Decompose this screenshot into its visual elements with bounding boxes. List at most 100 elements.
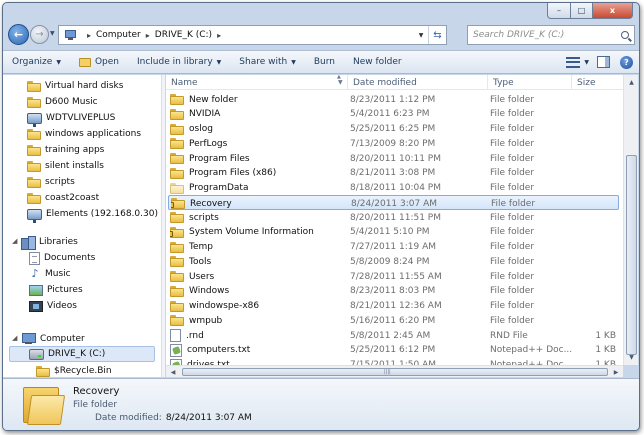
nav-item-libraries[interactable]: Libraries <box>21 234 78 250</box>
help-icon[interactable]: ? <box>620 55 633 69</box>
new-folder-button[interactable]: New folder <box>344 51 411 73</box>
file-date-cell: 7/13/2009 8:20 PM <box>350 138 436 149</box>
hard-drive-icon <box>29 348 44 360</box>
horizontal-scroll-thumb[interactable] <box>182 368 608 376</box>
share-with-button[interactable]: Share with ▼ <box>230 51 305 73</box>
nav-item-documents[interactable]: Documents <box>29 250 95 266</box>
file-size-cell <box>572 225 616 240</box>
table-row[interactable]: oslog 5/25/2011 6:25 PM File folder <box>168 122 619 137</box>
breadcrumb-separator[interactable]: ▸ <box>217 31 221 40</box>
open-button[interactable]: Open <box>70 51 128 73</box>
table-row[interactable]: .rnd 5/8/2011 2:45 AM RND File 1 KB <box>168 328 619 343</box>
search-icon[interactable] <box>616 31 634 39</box>
collapse-libraries-icon[interactable]: ◢ <box>12 237 17 245</box>
organize-button[interactable]: Organize ▼ <box>3 51 70 73</box>
nav-item-folder[interactable]: silent installs <box>27 158 104 174</box>
pane-splitter[interactable] <box>161 75 165 377</box>
breadcrumb-separator[interactable]: ▸ <box>146 31 150 40</box>
scroll-right-icon[interactable]: ▶ <box>609 366 623 378</box>
column-header-date[interactable]: Date modified <box>348 75 488 90</box>
minimize-button[interactable]: – <box>547 3 571 19</box>
nav-item-network-drive[interactable]: WDTVLIVEPLUS <box>27 110 115 127</box>
file-date-cell: 7/28/2011 11:55 AM <box>350 271 442 282</box>
column-header-size[interactable]: Size <box>572 75 623 90</box>
table-row[interactable]: Windows 8/23/2011 8:03 PM File folder <box>168 284 619 299</box>
nav-item-folder[interactable]: coast2coast <box>27 190 99 206</box>
address-bar[interactable]: ▸ Computer ▸ DRIVE_K (C:) ▸ ▼ ⇆ <box>58 25 447 45</box>
scroll-left-icon[interactable]: ◀ <box>166 366 180 378</box>
nav-item-videos[interactable]: Videos <box>29 298 77 314</box>
nav-item-recycle-bin[interactable]: $Recycle.Bin <box>36 363 112 377</box>
table-row-selected[interactable]: Recovery 8/24/2011 3:07 AM File folder <box>168 195 619 211</box>
column-header-type[interactable]: Type <box>488 75 572 90</box>
change-view-icon[interactable] <box>566 56 581 68</box>
table-row[interactable]: wmpub 5/16/2011 6:20 PM File folder <box>168 313 619 328</box>
preview-pane-icon[interactable] <box>597 56 610 68</box>
table-row[interactable]: ProgramData 8/18/2011 10:04 PM File folder <box>168 181 619 196</box>
table-row[interactable]: Program Files (x86) 8/21/2011 3:08 PM File… <box>168 166 619 181</box>
file-name-cell: System Volume Information <box>170 225 346 240</box>
scroll-down-icon[interactable]: ▼ <box>624 350 639 365</box>
address-dropdown[interactable]: ▼ <box>414 32 428 39</box>
nav-item-folder[interactable]: scripts <box>27 174 75 190</box>
file-type-cell: File folder <box>490 212 535 223</box>
nav-item-computer[interactable]: Computer <box>21 331 85 347</box>
nav-item-folder[interactable]: windows applications <box>27 126 141 142</box>
forward-button[interactable]: → <box>30 25 49 44</box>
file-size-cell <box>572 313 616 328</box>
folder-icon <box>27 96 41 108</box>
file-size-cell <box>572 166 616 181</box>
nav-item-network-drive[interactable]: Elements (192.168.0.30) <box>27 206 158 223</box>
search-input[interactable]: Search DRIVE_K (C:) <box>467 25 635 45</box>
maximize-button[interactable]: □ <box>571 3 593 19</box>
burn-label: Burn <box>313 57 335 67</box>
refresh-button[interactable]: ⇆ <box>428 26 446 44</box>
window-controls: – □ x <box>547 3 633 19</box>
vertical-scroll-thumb[interactable] <box>626 155 637 355</box>
collapse-computer-icon[interactable]: ◢ <box>12 334 17 342</box>
file-name: PerfLogs <box>189 138 228 149</box>
table-row[interactable]: Program Files 8/20/2011 10:11 PM File fold… <box>168 151 619 166</box>
table-row[interactable]: computers.txt 5/25/2011 6:12 PM Notepad++ … <box>168 343 619 358</box>
file-type-cell: Notepad++ Doc... <box>490 345 572 356</box>
vertical-scrollbar[interactable]: ▲ ▼ <box>623 75 638 365</box>
column-filter-dropdown[interactable]: ▼ <box>338 79 343 86</box>
back-button[interactable]: ← <box>8 24 29 45</box>
column-header-name[interactable]: Name <box>166 75 348 90</box>
table-row[interactable]: Tools 5/8/2009 8:24 PM File folder <box>168 254 619 269</box>
file-name-cell: Temp <box>170 240 346 255</box>
recent-pages-dropdown[interactable]: ▼ <box>50 30 55 37</box>
table-row[interactable]: PerfLogs 7/13/2009 8:20 PM File folder <box>168 136 619 151</box>
view-options-dropdown[interactable]: ▼ <box>584 59 589 66</box>
burn-button[interactable]: Burn <box>305 51 344 73</box>
include-in-library-button[interactable]: Include in library ▼ <box>128 51 230 73</box>
horizontal-scrollbar[interactable]: ◀ |||| ▶ <box>166 365 623 377</box>
nav-item-drive-selected[interactable]: DRIVE_K (C:) <box>9 346 155 362</box>
breadcrumb-computer[interactable]: Computer <box>96 30 141 40</box>
table-row[interactable]: System Volume Information 5/4/2011 5:10 P… <box>168 225 619 240</box>
close-button[interactable]: x <box>593 3 633 19</box>
open-folder-icon <box>78 57 91 67</box>
table-row[interactable]: Users 7/28/2011 11:55 AM File folder <box>168 269 619 284</box>
nav-item-pictures[interactable]: Pictures <box>29 282 83 298</box>
nav-item-folder[interactable]: Virtual hard disks <box>27 78 123 94</box>
file-name-cell: wmpub <box>170 313 346 328</box>
table-row[interactable]: NVIDIA 5/4/2011 6:23 PM File folder <box>168 107 619 122</box>
nav-item-music[interactable]: ♪ Music <box>29 266 70 282</box>
breadcrumb-separator[interactable]: ▸ <box>87 31 91 40</box>
network-drive-icon <box>27 112 42 127</box>
breadcrumb-drive[interactable]: DRIVE_K (C:) <box>155 30 212 40</box>
file-name-cell: Windows <box>170 284 346 299</box>
videos-icon <box>29 300 43 312</box>
table-row[interactable]: scripts 8/20/2011 11:51 PM File folder <box>168 210 619 225</box>
nav-item-folder[interactable]: training apps <box>27 142 104 158</box>
folder-icon <box>27 144 41 156</box>
file-date-cell: 8/18/2011 10:04 PM <box>350 183 441 193</box>
table-row[interactable]: Temp 7/27/2011 1:19 AM File folder <box>168 240 619 255</box>
table-row[interactable]: New folder 8/23/2011 1:12 PM File folder <box>168 92 619 107</box>
nav-item-folder[interactable]: D600 Music <box>27 94 98 110</box>
file-date-cell: 5/25/2011 6:25 PM <box>350 124 436 134</box>
scroll-up-icon[interactable]: ▲ <box>624 75 639 90</box>
command-bar: Organize ▼ Open Include in library ▼ Sha… <box>3 50 639 74</box>
table-row[interactable]: windowspe-x86 8/21/2011 12:36 AM File fold… <box>168 299 619 314</box>
